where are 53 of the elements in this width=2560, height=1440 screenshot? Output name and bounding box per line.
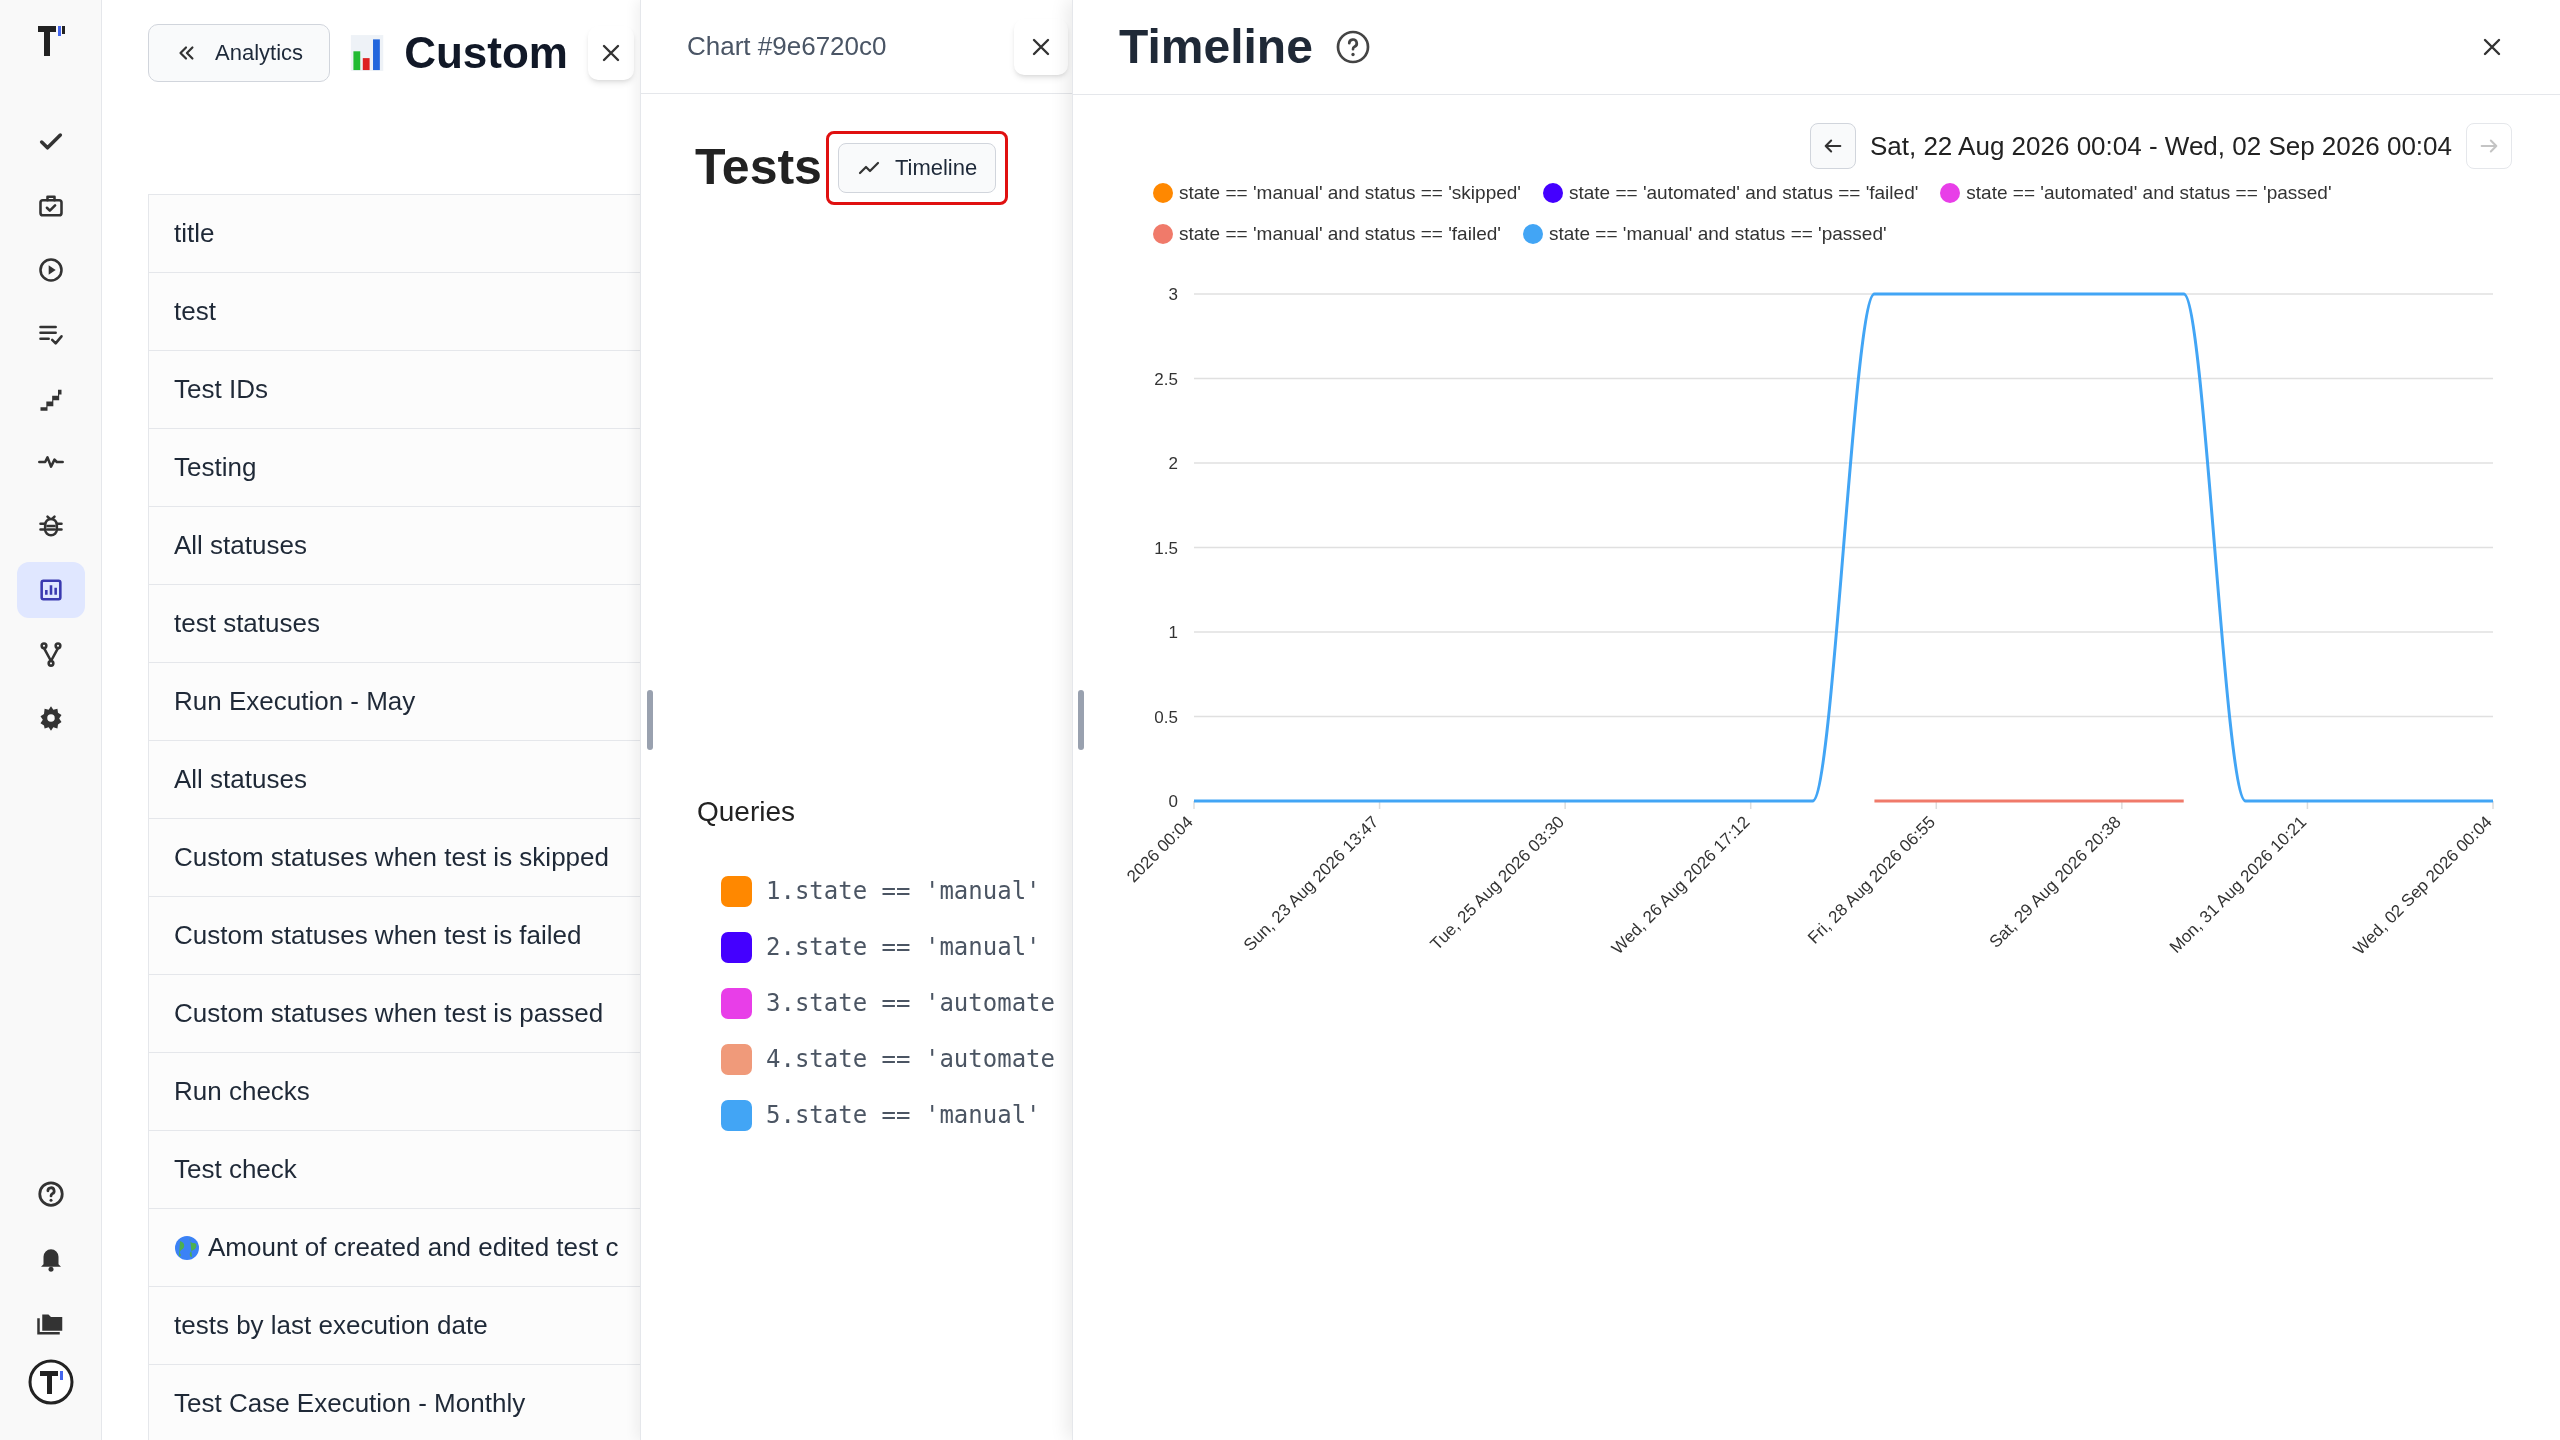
list-item[interactable]: tests by last execution date <box>148 1287 640 1365</box>
help-icon[interactable] <box>1334 29 1371 65</box>
list-item[interactable]: Custom statuses when test is passed <box>148 975 640 1053</box>
list-item[interactable]: Custom statuses when test is skipped <box>148 819 640 897</box>
list-item[interactable]: All statuses <box>148 507 640 585</box>
bug-icon <box>36 512 65 540</box>
play-icon <box>36 256 65 284</box>
legend-label: state == 'manual' and status == 'failed' <box>1179 221 1501 246</box>
section-heading: Queries <box>696 795 797 829</box>
resize-handle[interactable] <box>1078 690 1084 750</box>
close-button[interactable] <box>1014 18 1068 75</box>
legend-label: state == 'automated' and status == 'passed' <box>1966 181 2332 205</box>
list-item[interactable]: Custom statuses when test is failed <box>148 897 640 975</box>
axis-label: 3 <box>1168 285 1178 304</box>
avatar-icon[interactable] <box>26 1358 75 1406</box>
chart-name: Tests <box>695 138 822 197</box>
query-text: 5.state == 'manual' <box>766 1100 1041 1131</box>
nav-button[interactable] <box>16 562 85 618</box>
list-item[interactable]: Run checks <box>148 1053 640 1131</box>
page-title: Custom <box>404 26 568 79</box>
list-item[interactable]: test statuses <box>148 585 640 663</box>
list-item[interactable]: Testing <box>148 429 640 507</box>
legend-label: state == 'automated' and status == 'failed' <box>1568 181 1919 205</box>
date-range: Sat, 22 Aug 2026 00:04 - Wed, 02 Sep 2026 00:04 <box>1869 129 2452 163</box>
chart-type-button[interactable]: Timeline <box>837 142 997 193</box>
list-item[interactable]: All statuses <box>148 741 640 819</box>
query-text: 4.state == 'automate <box>766 1044 1055 1075</box>
close-button[interactable] <box>587 25 634 80</box>
axis-label: 1 <box>1168 623 1178 642</box>
list-item[interactable]: Amount of created and edited test c <box>148 1209 640 1287</box>
prev-button[interactable] <box>1809 123 1856 169</box>
list-item[interactable]: test <box>148 273 640 351</box>
legend-label: state == 'manual' and status == 'skipped' <box>1179 181 1521 205</box>
back-button[interactable]: Analytics <box>148 23 331 82</box>
axis-label: 0.5 <box>1154 707 1178 727</box>
legend-label: state == 'manual' and status == 'passed' <box>1548 221 1887 246</box>
list-item[interactable]: Test check <box>148 1131 640 1209</box>
resize-handle[interactable] <box>647 690 653 750</box>
list-item[interactable]: Run Execution - May <box>148 663 640 741</box>
axis-label: 2 <box>1168 454 1178 473</box>
help-icon[interactable] <box>35 1179 66 1209</box>
query-text: 2.state == 'manual' <box>766 932 1041 963</box>
globe-icon <box>174 1234 200 1261</box>
query-text: 1.state == 'manual' <box>766 876 1041 907</box>
axis-label: 0 <box>1168 792 1178 811</box>
panel-title: Timeline <box>1119 19 1313 75</box>
axis-label: 2.5 <box>1154 369 1178 389</box>
list-item[interactable]: Test IDs <box>148 351 640 429</box>
briefcase-icon <box>36 192 65 220</box>
panel-title: Chart #9e6720c0 <box>687 30 887 63</box>
list-item[interactable]: title <box>148 195 640 273</box>
query-text: 3.state == 'automate <box>766 988 1055 1019</box>
axis-label: 1.5 <box>1154 538 1178 558</box>
